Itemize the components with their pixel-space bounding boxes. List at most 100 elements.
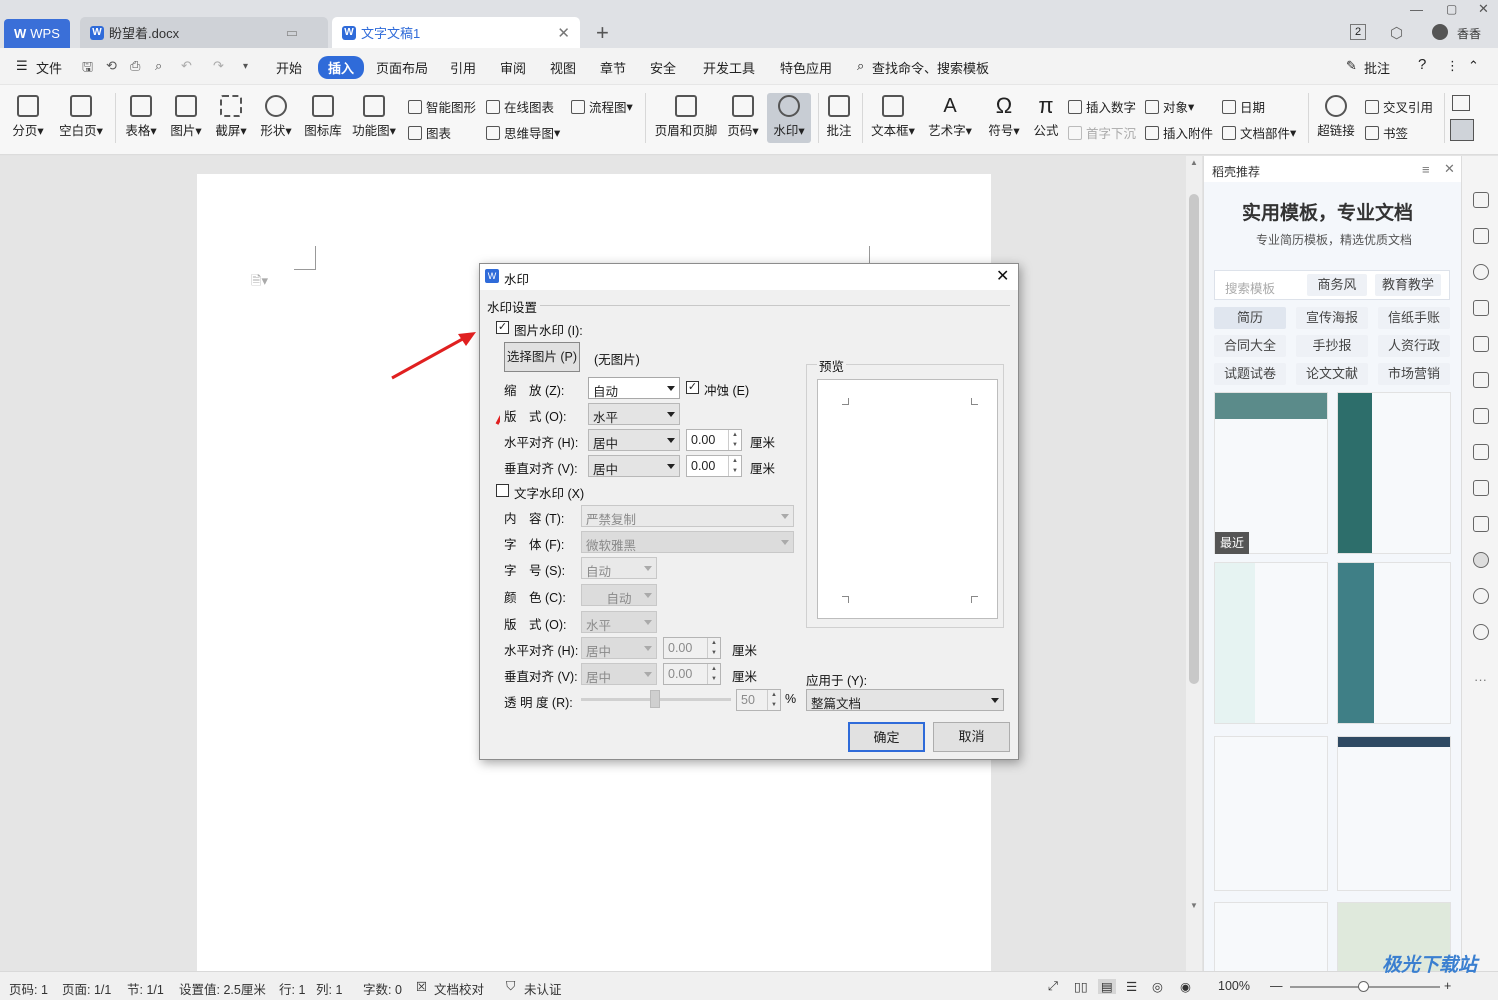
tag-contract[interactable]: 合同大全 <box>1214 335 1286 357</box>
image-icon[interactable] <box>1473 516 1489 532</box>
v-align-select[interactable]: 居中 <box>588 455 680 477</box>
web-view-icon[interactable]: ◎ <box>1152 979 1163 994</box>
table-icon[interactable] <box>1473 336 1489 352</box>
not-certified[interactable]: 未认证 <box>524 979 562 998</box>
comment-button[interactable]: 批注 <box>824 95 854 139</box>
tag-paper[interactable]: 论文文献 <box>1296 363 1368 385</box>
menu-dev-tools[interactable]: 开发工具 <box>703 58 755 77</box>
textbox-button[interactable]: 文本框▾ <box>870 95 916 139</box>
more-icon[interactable]: ··· <box>1474 672 1487 687</box>
tag-marketing[interactable]: 市场营销 <box>1378 363 1450 385</box>
text-h-align-select[interactable]: 居中 <box>581 637 657 659</box>
template-thumb[interactable] <box>1214 902 1328 972</box>
page-view-icon[interactable]: ▤ <box>1098 979 1116 994</box>
print-icon[interactable]: ⎙ <box>130 58 140 74</box>
scroll-down-icon[interactable]: ▼ <box>1190 901 1198 910</box>
save-icon[interactable]: 🖫 <box>82 58 93 80</box>
close-window-button[interactable]: ✕ <box>1478 1 1489 17</box>
wordart-button[interactable]: A 艺术字▾ <box>927 95 973 139</box>
maximize-button[interactable]: ▢ <box>1446 2 1457 16</box>
size-select[interactable]: 自动 <box>581 557 657 579</box>
header-footer-button[interactable]: 页眉和页脚 <box>654 95 718 139</box>
hamburger-icon[interactable]: ☰ <box>16 58 28 74</box>
outline-view-icon[interactable]: ☰ <box>1126 979 1137 994</box>
eye-icon[interactable]: ◉ <box>1180 979 1191 994</box>
layout-icon[interactable] <box>1452 95 1470 111</box>
tag-education[interactable]: 教育教学 <box>1375 274 1441 296</box>
cancel-button[interactable]: 取消 <box>933 722 1010 752</box>
ok-button[interactable]: 确定 <box>848 722 925 752</box>
user-name[interactable]: 香香 <box>1457 25 1481 42</box>
menu-special[interactable]: 特色应用 <box>780 58 832 77</box>
color-select[interactable]: 自动 <box>581 584 657 606</box>
panel-close-icon[interactable]: ✕ <box>1444 161 1455 177</box>
tag-business[interactable]: 商务风 <box>1307 274 1367 296</box>
menu-review[interactable]: 审阅 <box>500 58 526 77</box>
watermark-button[interactable]: 水印▾ <box>767 93 811 143</box>
icon-library-button[interactable]: 图标库 <box>302 95 344 139</box>
dialog-close-button[interactable]: ✕ <box>996 266 1009 286</box>
object-button[interactable]: 对象 ▾ <box>1145 97 1194 116</box>
scrollbar-thumb[interactable] <box>1189 194 1199 684</box>
spin-arrows-icon[interactable]: ▲ ▼ <box>767 690 780 710</box>
screenshot-button[interactable]: 截屏▾ <box>212 95 250 139</box>
washout-checkbox[interactable]: ✓ <box>686 381 699 394</box>
page-number-status[interactable]: 页码: 1 <box>9 979 48 998</box>
zoom-level[interactable]: 100% <box>1218 979 1250 993</box>
word-count[interactable]: 字数: 0 <box>363 979 402 998</box>
menu-chapter[interactable]: 章节 <box>600 58 626 77</box>
template-thumb[interactable] <box>1214 562 1328 724</box>
table-button[interactable]: 表格▾ <box>122 95 160 139</box>
template-thumb[interactable] <box>1214 736 1328 891</box>
text-layout-select[interactable]: 水平 <box>581 611 657 633</box>
font-icon[interactable] <box>1473 300 1489 316</box>
panel-title[interactable]: 稻壳推荐 <box>1212 163 1260 180</box>
help-button[interactable]: ? <box>1418 56 1426 73</box>
template-thumb[interactable] <box>1337 736 1451 891</box>
more-options-icon[interactable]: ⋮ <box>1446 58 1459 74</box>
scroll-up-icon[interactable]: ▲ <box>1190 158 1198 167</box>
panel-menu-icon[interactable]: ≡ <box>1422 162 1430 177</box>
formula-button[interactable]: π 公式 <box>1032 95 1060 139</box>
cursor-icon[interactable] <box>1473 228 1489 244</box>
setting-status[interactable]: 设置值: 2.5厘米 <box>179 979 266 998</box>
fullscreen-icon[interactable]: ⤢ <box>1048 979 1058 994</box>
v-offset-input[interactable]: 0.00 ▲ ▼ <box>686 455 742 477</box>
translate-icon[interactable] <box>1473 444 1489 460</box>
print-preview-icon[interactable]: ⌕ <box>155 58 162 74</box>
section-status[interactable]: 节: 1/1 <box>127 979 164 998</box>
text-v-offset-input[interactable]: 0.00 ▲ ▼ <box>663 663 721 685</box>
menu-view[interactable]: 视图 <box>550 58 576 77</box>
function-map-button[interactable]: 功能图▾ <box>350 95 398 139</box>
more-chevron-icon[interactable]: ▾ <box>243 61 248 72</box>
font-select[interactable]: 微软雅黑 <box>581 531 794 553</box>
menu-page-layout[interactable]: 页面布局 <box>376 58 428 77</box>
tag-poster[interactable]: 宣传海报 <box>1296 307 1368 329</box>
comment-menu-icon[interactable]: ✎ <box>1346 58 1357 74</box>
spin-arrows-icon[interactable]: ▲ ▼ <box>707 638 720 658</box>
cross-ref-button[interactable]: 交叉引用 <box>1365 97 1433 116</box>
tag-hr[interactable]: 人资行政 <box>1378 335 1450 357</box>
box-icon[interactable] <box>1473 480 1489 496</box>
bookmark-button[interactable]: 书签 <box>1365 123 1408 142</box>
wps-app-tab[interactable]: W WPS <box>4 19 70 48</box>
adjust-icon[interactable] <box>1473 372 1489 388</box>
text-v-align-select[interactable]: 居中 <box>581 663 657 685</box>
template-search-input[interactable]: 搜索模板 商务风 教育教学 <box>1214 270 1450 300</box>
close-tab-icon[interactable]: ✕ <box>557 24 570 42</box>
new-tab-button[interactable]: + <box>596 20 609 46</box>
menu-insert[interactable]: 插入 <box>318 56 365 79</box>
template-thumb[interactable]: 最近 <box>1214 392 1328 554</box>
layout-select[interactable]: 水平 <box>588 403 680 425</box>
scale-select[interactable]: 自动 <box>588 377 680 399</box>
flowchart-button[interactable]: 流程图 ▾ <box>571 97 633 116</box>
shape-button[interactable]: 形状▾ <box>257 95 295 139</box>
content-select[interactable]: 严禁复制 <box>581 505 794 527</box>
help-icon[interactable] <box>1473 624 1489 640</box>
page-break-button[interactable]: 分页▾ <box>10 95 46 139</box>
template-thumb[interactable] <box>1337 562 1451 724</box>
read-mode-icon[interactable]: ▯▯ <box>1074 979 1088 994</box>
pen-icon[interactable] <box>1473 192 1489 208</box>
command-search[interactable]: 查找命令、搜索模板 <box>872 58 989 77</box>
avatar[interactable] <box>1432 24 1448 40</box>
